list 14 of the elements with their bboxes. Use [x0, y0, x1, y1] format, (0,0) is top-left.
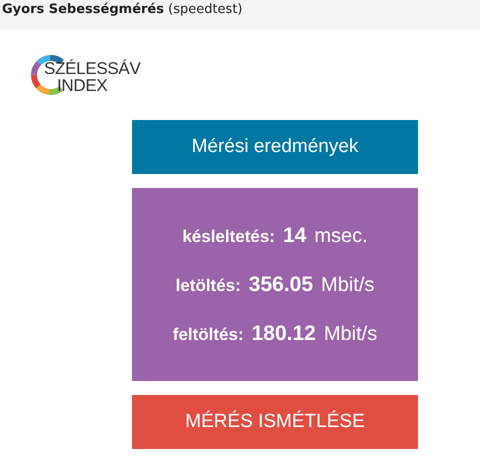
result-unit: msec. [314, 224, 368, 248]
result-label: feltöltés: [172, 324, 244, 344]
repeat-button[interactable]: MÉRÉS ISMÉTLÉSE [132, 395, 418, 449]
result-value: 14 [282, 224, 306, 248]
result-label: letöltés: [176, 276, 241, 296]
logo-text: INDEX [57, 77, 108, 94]
result-value: 356.05 [248, 272, 314, 296]
logo-text: SZÉLESSÁV [44, 60, 141, 77]
results-heading: Mérési eredmények [132, 120, 418, 174]
page-title: Gyors Sebességmérés (speedtest) [2, 2, 242, 17]
result-value: 180.12 [252, 322, 316, 346]
result-label: késleltetés: [182, 226, 275, 246]
result-unit: Mbit/s [324, 322, 378, 346]
result-unit: Mbit/s [321, 274, 374, 296]
